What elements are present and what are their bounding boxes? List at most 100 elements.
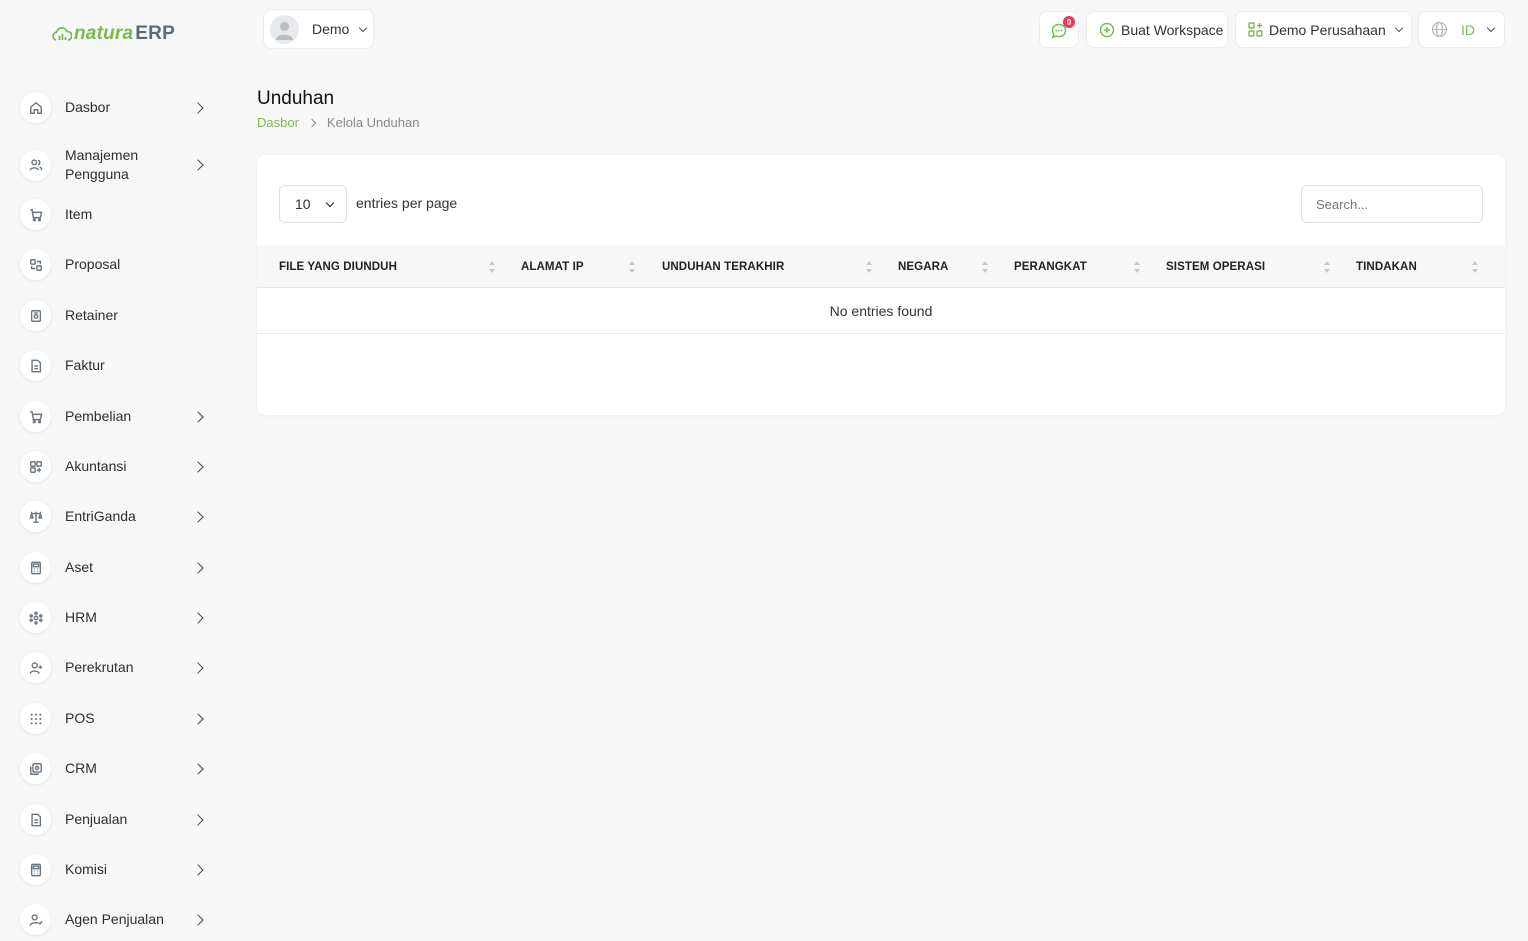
sidebar-item-komisi[interactable]: Komisi bbox=[20, 854, 216, 885]
file-icon bbox=[20, 804, 51, 835]
sort-icon[interactable] bbox=[1323, 260, 1331, 274]
entries-per-page-label: entries per page bbox=[356, 195, 458, 211]
sort-icon[interactable] bbox=[1471, 260, 1479, 274]
column-header-file[interactable]: FILE YANG DIUNDUH bbox=[279, 245, 397, 288]
company-selector[interactable]: Demo Perusahaan bbox=[1235, 11, 1412, 48]
sidebar-item-label: EntriGanda bbox=[65, 508, 136, 524]
language-selector[interactable]: ID bbox=[1418, 11, 1505, 48]
plus-circle-icon bbox=[1099, 22, 1115, 37]
sidebar-item-retainer[interactable]: Retainer bbox=[20, 300, 216, 331]
sidebar-item-pos[interactable]: POS bbox=[20, 703, 216, 734]
chevron-right-icon bbox=[192, 661, 204, 674]
column-header-os[interactable]: SISTEM OPERASI bbox=[1166, 245, 1265, 288]
sidebar-item-label: Item bbox=[65, 206, 93, 222]
file-icon bbox=[20, 350, 51, 381]
sidebar-item-hrm[interactable]: HRM bbox=[20, 602, 216, 633]
sort-icon[interactable] bbox=[1133, 260, 1141, 274]
cloud-chart-icon bbox=[52, 27, 72, 41]
sort-icon[interactable] bbox=[628, 260, 636, 274]
sidebar-item-label: Dasbor bbox=[65, 99, 111, 115]
scale-icon bbox=[20, 501, 51, 532]
cart-icon bbox=[20, 401, 51, 432]
column-header-country[interactable]: NEGARA bbox=[898, 245, 948, 288]
breadcrumb-home-link[interactable]: Dasbor bbox=[257, 115, 299, 130]
create-workspace-label: Buat Workspace bbox=[1121, 21, 1224, 38]
cart-icon bbox=[20, 199, 51, 230]
sidebar-item-agen-penjualan[interactable]: Agen Penjualan bbox=[20, 904, 216, 935]
sidebar-item-label: Aset bbox=[65, 559, 94, 575]
chevron-right-icon bbox=[192, 159, 204, 171]
user-menu-button[interactable]: Demo bbox=[263, 9, 374, 49]
sidebar-item-entriganda[interactable]: EntriGanda bbox=[20, 501, 216, 532]
user-check-icon bbox=[20, 904, 51, 935]
chevron-right-icon bbox=[192, 712, 204, 725]
sort-icon[interactable] bbox=[865, 260, 873, 274]
user-name: Demo bbox=[312, 21, 350, 37]
sidebar-item-crm[interactable]: CRM bbox=[20, 753, 216, 784]
brand-name-erp: ERP bbox=[135, 23, 175, 44]
sidebar-item-label: Retainer bbox=[65, 307, 118, 323]
user-avatar-icon bbox=[276, 21, 293, 40]
calculator-icon bbox=[20, 552, 51, 583]
chevron-right-icon bbox=[192, 863, 204, 876]
sidebar-item-label: Faktur bbox=[65, 357, 105, 373]
chevron-right-icon bbox=[307, 118, 317, 127]
search-input[interactable] bbox=[1301, 185, 1483, 223]
grid-plus-icon bbox=[1248, 22, 1263, 37]
sidebar-item-pembelian[interactable]: Pembelian bbox=[20, 401, 216, 432]
retainer-icon bbox=[20, 300, 51, 331]
chevron-down-icon bbox=[325, 198, 334, 207]
sidebar-item-label: Akuntansi bbox=[65, 458, 127, 474]
sidebar-item-perekrutan[interactable]: Perekrutan bbox=[20, 652, 216, 683]
sidebar-item-label: HRM bbox=[65, 609, 97, 625]
empty-message: No entries found bbox=[829, 302, 933, 319]
sort-icon[interactable] bbox=[981, 260, 989, 274]
chevron-right-icon bbox=[192, 460, 204, 473]
table-empty-row: No entries found bbox=[257, 288, 1505, 334]
sidebar-item-item[interactable]: Item bbox=[20, 199, 216, 230]
entries-per-page-select[interactable]: 10 bbox=[279, 185, 347, 223]
home-icon bbox=[20, 92, 51, 123]
sidebar-item-label: Penjualan bbox=[65, 811, 128, 827]
hrm-icon bbox=[20, 602, 51, 633]
notification-badge: 0 bbox=[1063, 16, 1075, 28]
column-header-action[interactable]: TINDAKAN bbox=[1356, 245, 1417, 288]
sidebar-item-aset[interactable]: Aset bbox=[20, 552, 216, 583]
crm-icon bbox=[20, 753, 51, 784]
column-header-device[interactable]: PERANGKAT bbox=[1014, 245, 1087, 288]
sort-icon[interactable] bbox=[488, 260, 496, 274]
messages-button[interactable]: 0 bbox=[1039, 11, 1079, 48]
users-icon bbox=[20, 149, 51, 181]
sidebar-item-dasbor[interactable]: Dasbor bbox=[20, 92, 216, 123]
column-header-ip[interactable]: ALAMAT IP bbox=[521, 245, 584, 288]
page-title: Unduhan bbox=[257, 88, 335, 109]
sidebar-item-label: Manajemen Pengguna bbox=[65, 147, 139, 182]
globe-icon bbox=[1431, 21, 1448, 38]
chevron-right-icon bbox=[192, 813, 204, 826]
chevron-right-icon bbox=[192, 101, 204, 114]
sidebar-item-label: Komisi bbox=[65, 861, 108, 877]
entries-per-page-value: 10 bbox=[295, 196, 311, 212]
downloads-card: 10 entries per page FILE YANG DIUNDUH AL… bbox=[257, 155, 1505, 415]
chevron-right-icon bbox=[192, 611, 204, 624]
create-workspace-button[interactable]: Buat Workspace bbox=[1086, 11, 1228, 48]
company-label: Demo Perusahaan bbox=[1269, 21, 1386, 38]
chevron-right-icon bbox=[192, 510, 204, 523]
chevron-down-icon bbox=[1394, 23, 1403, 33]
brand-logo[interactable]: natura ERP bbox=[52, 22, 175, 46]
chevron-right-icon bbox=[192, 561, 204, 574]
language-label: ID bbox=[1461, 21, 1475, 38]
chevron-down-icon bbox=[359, 23, 368, 32]
sidebar-item-manajemen-pengguna[interactable]: Manajemen Pengguna bbox=[20, 146, 216, 184]
chevron-right-icon bbox=[192, 410, 204, 423]
chevron-down-icon bbox=[1486, 23, 1496, 33]
user-plus-icon bbox=[20, 652, 51, 683]
sidebar-item-proposal[interactable]: Proposal bbox=[20, 249, 216, 280]
grid-plus-icon bbox=[20, 451, 51, 482]
sidebar-item-akuntansi[interactable]: Akuntansi bbox=[20, 451, 216, 482]
breadcrumb-current: Kelola Unduhan bbox=[326, 115, 420, 130]
sidebar: natura ERP Dasbor Manajemen Pengguna Item… bbox=[0, 0, 232, 941]
sidebar-item-faktur[interactable]: Faktur bbox=[20, 350, 216, 381]
sidebar-item-penjualan[interactable]: Penjualan bbox=[20, 804, 216, 835]
column-header-last-download[interactable]: UNDUHAN TERAKHIR bbox=[662, 245, 784, 288]
